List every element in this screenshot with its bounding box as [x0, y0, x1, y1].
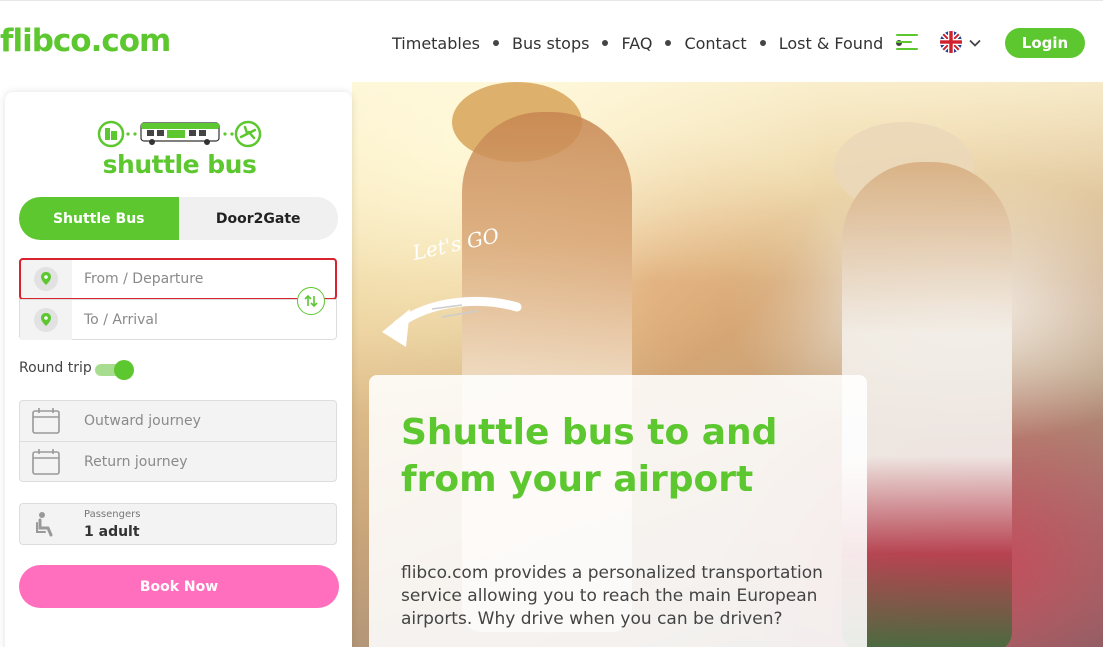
to-arrival-placeholder: To / Arrival	[84, 311, 158, 328]
shuttle-bus-logo: shuttle bus	[97, 118, 262, 179]
arrow-sketch-icon	[382, 296, 522, 347]
book-now-button[interactable]: Book Now	[19, 565, 339, 608]
route-fields: From / Departure To / Arrival	[19, 258, 337, 340]
seat-icon	[20, 504, 72, 544]
nav-bus-stops[interactable]: Bus stops	[512, 34, 589, 53]
calendar-icon	[20, 442, 72, 482]
top-header: flibco.com Timetables Bus stops FAQ Cont…	[0, 0, 1103, 82]
nav-lost-found[interactable]: Lost & Found	[779, 34, 884, 53]
nav-timetables[interactable]: Timetables	[392, 34, 480, 53]
passengers-value: 1 adult	[84, 524, 140, 540]
service-tabs: Shuttle Bus Door2Gate	[19, 197, 338, 240]
hero-card: Shuttle bus to and from your airport fli…	[369, 375, 867, 647]
nav-separator	[759, 40, 766, 46]
outward-journey-field[interactable]: Outward journey	[20, 401, 336, 441]
date-fields: Outward journey Return journey	[19, 400, 337, 482]
nav-contact[interactable]: Contact	[684, 34, 746, 53]
outward-journey-placeholder: Outward journey	[84, 413, 201, 429]
tab-shuttle-bus[interactable]: Shuttle Bus	[19, 197, 179, 240]
calendar-icon	[20, 401, 72, 441]
hero-section: Let's GO Shuttle bus to and from your ai…	[352, 82, 1103, 647]
to-arrival-field[interactable]: To / Arrival	[20, 299, 336, 340]
swap-direction-button[interactable]	[297, 287, 325, 315]
tab-door2gate[interactable]: Door2Gate	[179, 197, 339, 240]
menu-icon[interactable]	[896, 33, 918, 51]
round-trip-label: Round trip	[19, 360, 92, 376]
passengers-label: Passengers	[84, 509, 141, 520]
from-departure-placeholder: From / Departure	[84, 271, 204, 287]
from-departure-field[interactable]: From / Departure	[19, 258, 337, 300]
return-journey-placeholder: Return journey	[84, 453, 188, 470]
shuttle-bus-wordmark: shuttle bus	[102, 150, 257, 179]
nav-separator	[665, 40, 672, 46]
flibco-logo[interactable]: flibco.com	[0, 23, 171, 59]
nav-separator	[602, 40, 609, 46]
passengers-field[interactable]: Passengers 1 adult	[19, 503, 337, 545]
nav-faq[interactable]: FAQ	[621, 34, 652, 53]
hero-description: flibco.com provides a personalized trans…	[401, 563, 823, 629]
location-pin-icon	[20, 259, 72, 299]
location-pin-icon	[20, 299, 72, 340]
main-nav: Timetables Bus stops FAQ Contact Lost & …	[392, 31, 915, 55]
round-trip-toggle[interactable]	[95, 360, 135, 380]
hero-title: Shuttle bus to and from your airport	[401, 412, 778, 500]
shuttle-bus-route-icon	[97, 120, 262, 148]
booking-panel: shuttle bus Shuttle Bus Door2Gate From /…	[5, 92, 352, 647]
swap-arrows-icon	[304, 294, 318, 308]
hero-photo	[842, 162, 1012, 647]
login-button[interactable]: Login	[1005, 28, 1085, 58]
nav-separator	[493, 40, 500, 46]
uk-flag-icon[interactable]	[940, 31, 962, 53]
chevron-down-icon[interactable]	[968, 35, 982, 49]
return-journey-field[interactable]: Return journey	[20, 441, 336, 481]
